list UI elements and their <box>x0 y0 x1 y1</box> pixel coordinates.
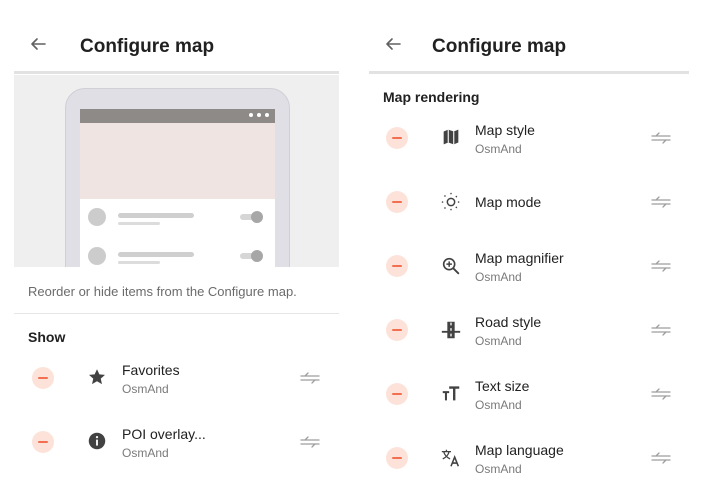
translate-icon <box>440 447 462 469</box>
page-title: Configure map <box>80 36 215 57</box>
preview-illustration <box>14 75 339 267</box>
sun-icon <box>440 191 462 213</box>
text-size-icon <box>440 383 462 405</box>
list-item-poi-overlay[interactable]: POI overlay... OsmAnd <box>14 414 339 478</box>
remove-button[interactable] <box>32 431 54 453</box>
divider <box>369 71 689 74</box>
description-text: Reorder or hide items from the Configure… <box>28 284 297 299</box>
remove-button[interactable] <box>386 255 408 277</box>
item-subtitle: OsmAnd <box>122 382 169 396</box>
placeholder-row <box>80 240 275 267</box>
item-subtitle: OsmAnd <box>475 142 522 156</box>
right-panel: Configure map Map rendering Map style Os… <box>369 0 689 474</box>
map-icon <box>440 126 462 148</box>
phone-map-area <box>80 123 275 199</box>
remove-button[interactable] <box>386 383 408 405</box>
item-subtitle: OsmAnd <box>122 446 169 460</box>
item-label: Favorites <box>122 362 180 378</box>
item-subtitle: OsmAnd <box>475 398 522 412</box>
drag-handle-icon[interactable] <box>300 436 320 448</box>
road-icon <box>440 319 462 341</box>
section-title-map-rendering: Map rendering <box>383 89 480 105</box>
item-label: Map mode <box>475 194 542 210</box>
item-label: Text size <box>475 378 530 394</box>
item-label: Map language <box>475 442 564 458</box>
page-title: Configure map <box>432 36 567 57</box>
remove-button[interactable] <box>386 191 408 213</box>
divider <box>14 71 339 74</box>
item-label: POI overlay... <box>122 426 206 442</box>
section-title-show: Show <box>28 329 66 345</box>
drag-handle-icon[interactable] <box>651 452 671 464</box>
remove-button[interactable] <box>32 367 54 389</box>
info-icon <box>86 430 108 452</box>
phone-bottom-sheet <box>80 199 275 267</box>
drag-handle-icon[interactable] <box>300 372 320 384</box>
back-arrow-icon[interactable] <box>385 36 401 52</box>
list-item-favorites[interactable]: Favorites OsmAnd <box>14 350 339 414</box>
remove-button[interactable] <box>386 127 408 149</box>
drag-handle-icon[interactable] <box>651 196 671 208</box>
remove-button[interactable] <box>386 319 408 341</box>
list-item-map-magnifier[interactable]: Map magnifier OsmAnd <box>369 234 689 298</box>
phone-frame <box>65 88 290 267</box>
item-subtitle: OsmAnd <box>475 270 522 284</box>
item-label: Map magnifier <box>475 250 564 266</box>
zoom-in-icon <box>440 255 462 277</box>
back-arrow-icon[interactable] <box>30 36 46 52</box>
list-item-map-mode[interactable]: Map mode <box>369 170 689 234</box>
left-panel: Configure map Reorder or hide items from… <box>14 0 339 500</box>
list-item-map-style[interactable]: Map style OsmAnd <box>369 106 689 170</box>
item-subtitle: OsmAnd <box>475 462 522 474</box>
toolbar: Configure map <box>369 0 689 74</box>
item-label: Road style <box>475 314 542 330</box>
drag-handle-icon[interactable] <box>651 132 671 144</box>
divider <box>14 313 339 314</box>
list-item-road-style[interactable]: Road style OsmAnd <box>369 298 689 362</box>
star-icon <box>86 366 108 388</box>
phone-status-bar <box>80 109 275 123</box>
drag-handle-icon[interactable] <box>651 388 671 400</box>
placeholder-row <box>80 201 275 231</box>
toolbar: Configure map <box>14 0 339 74</box>
list-item-text-size[interactable]: Text size OsmAnd <box>369 362 689 426</box>
remove-button[interactable] <box>386 447 408 469</box>
phone-screen <box>80 109 275 267</box>
drag-handle-icon[interactable] <box>651 260 671 272</box>
drag-handle-icon[interactable] <box>651 324 671 336</box>
item-subtitle: OsmAnd <box>475 334 522 348</box>
list-item-map-language[interactable]: Map language OsmAnd <box>369 426 689 474</box>
item-label: Map style <box>475 122 535 138</box>
